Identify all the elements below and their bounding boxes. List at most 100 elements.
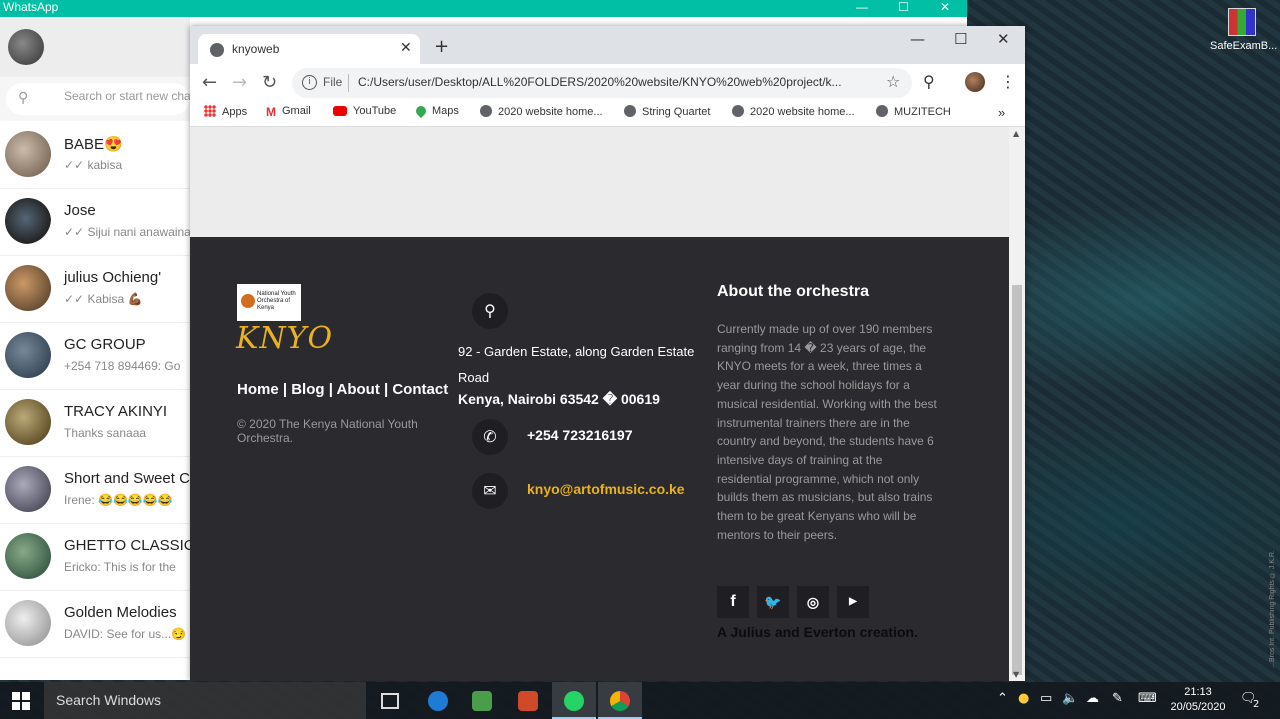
zoom-icon[interactable]: ⚲ [923,72,935,91]
minimize-icon[interactable]: — [910,30,925,48]
chat-last-message: ✓✓ Sijui nani anawaina [64,225,190,239]
notification-count: 2 [1253,699,1260,710]
minimize-icon[interactable]: — [856,0,868,14]
desktop-shortcut-safeexam[interactable]: SafeExamB... [1210,8,1277,52]
task-view-icon[interactable] [368,682,412,719]
bookmark-muzitech[interactable]: MUZITECH [876,105,951,118]
chevron-up-icon[interactable]: ⌃ [997,691,1008,706]
bookmark-youtube[interactable]: YouTube [333,105,396,117]
avatar [5,533,51,579]
windows-start-icon[interactable] [12,692,30,710]
bookmark-maps[interactable]: Maps [413,103,459,119]
bookmark-apps[interactable]: Apps [204,105,247,118]
address-divider [348,74,349,92]
whatsapp-profile-header [0,17,190,77]
chat-list-item[interactable]: Jose ✓✓ Sijui nani anawaina [0,188,190,256]
taskbar-search-box[interactable]: Search Windows [44,682,366,719]
about-heading: About the orchestra [717,283,870,300]
chat-last-message: +254 718 894469: Go [64,359,181,373]
clock-date: 20/05/2020 [1170,701,1226,713]
cloud-icon[interactable]: ☁ [1086,691,1099,706]
network-icon[interactable]: ▭ [1040,691,1052,706]
chat-name: julius Ochieng' [64,269,162,286]
globe-icon [624,105,636,117]
chat-list-item[interactable]: GC GROUP +254 718 894469: Go [0,322,190,390]
info-icon[interactable]: i [302,75,317,90]
address-url[interactable]: C:/Users/user/Desktop/ALL%20FOLDERS/2020… [358,75,842,89]
close-icon[interactable]: ✕ [400,40,412,56]
chat-list-item[interactable]: Short and Sweet C Irene: 😂😂😂😂😂 [0,456,190,524]
chat-list-item[interactable]: GHETTO CLASSICS Ericko: This is for the [0,523,190,591]
shield-icon[interactable]: ● [1018,691,1029,706]
avatar [5,399,51,445]
chat-name: Jose [64,202,96,219]
chat-name: Short and Sweet C [64,470,190,487]
chat-last-message: ✓✓ kabisa [64,158,123,172]
globe-icon [210,43,224,57]
chat-list-item[interactable]: Golden Melodies DAVID: See for us...😏 [0,590,190,658]
avatar[interactable] [8,29,44,65]
globe-icon [732,105,744,117]
bookmark-string-quartet[interactable]: String Quartet [624,105,710,118]
keyboard-icon[interactable]: ⌨ [1138,691,1157,706]
credit-text: A Julius and Everton creation. [717,624,918,640]
facebook-icon[interactable]: f [717,586,749,618]
youtube-icon [333,106,347,116]
globe-icon [480,105,492,117]
chrome-icon[interactable] [598,682,642,719]
chat-list-item[interactable]: julius Ochieng' ✓✓ Kabisa 💪🏾 [0,255,190,323]
powerpoint-icon[interactable] [506,682,550,719]
avatar [5,332,51,378]
edge-icon[interactable] [416,682,460,719]
close-icon[interactable]: ✕ [940,0,950,14]
maximize-icon[interactable]: ☐ [898,0,909,14]
address-bar[interactable]: i File C:/Users/user/Desktop/ALL%20FOLDE… [292,68,912,98]
twitter-icon[interactable]: 🐦 [757,586,789,618]
menu-icon[interactable]: ⋮ [1000,72,1016,91]
chat-name: GHETTO CLASSICS [64,537,190,554]
envelope-icon: ✉ [472,473,508,509]
email-link[interactable]: knyo@artofmusic.co.ke [527,481,685,497]
scroll-up-icon[interactable]: ▲ [1013,129,1019,138]
apps-icon [204,105,216,117]
violin-icon [241,294,255,308]
logo-wordmark: KNYO [236,321,334,356]
back-arrow-icon[interactable]: ← [202,72,217,93]
youtube-icon[interactable]: ▶ [837,586,869,618]
avatar [5,466,51,512]
about-paragraph: Currently made up of over 190 members ra… [717,322,937,542]
phone-icon: ✆ [472,419,508,455]
scroll-down-icon[interactable]: ▼ [1013,670,1019,679]
avatar[interactable] [965,72,985,92]
forward-arrow-icon[interactable]: → [232,72,247,93]
chat-name: GC GROUP [64,336,146,353]
volume-icon[interactable]: 🔈 [1062,691,1078,706]
bookmark-star-icon[interactable]: ☆ [886,72,900,91]
chat-name: TRACY AKINYI [64,403,168,420]
chat-list-item[interactable]: BABE😍 ✓✓ kabisa [0,121,190,189]
avatar [5,198,51,244]
reload-icon[interactable]: ↻ [262,72,277,93]
site-footer: National Youth Orchestra of Kenya KNYO H… [190,237,1009,681]
footer-nav-links[interactable]: Home | Blog | About | Contact [237,381,448,398]
site-logo[interactable]: National Youth Orchestra of Kenya [237,284,301,321]
vertical-scrollbar[interactable]: ▲ ▼ [1009,127,1025,681]
system-clock[interactable]: 21:13 20/05/2020 [1166,685,1230,715]
bookmark-website-home-1[interactable]: 2020 website home... [480,105,603,118]
pen-icon[interactable]: ✎ [1112,691,1123,706]
publisher-icon[interactable] [460,682,504,719]
bookmark-website-home-2[interactable]: 2020 website home... [732,105,855,118]
phone-number[interactable]: +254 723216197 [527,427,633,443]
chat-list-item[interactable]: TRACY AKINYI Thanks sanaaa [0,389,190,457]
scrollbar-thumb[interactable] [1012,285,1022,675]
maximize-icon[interactable]: ☐ [954,30,967,48]
bookmark-gmail[interactable]: M Gmail [266,105,311,119]
browser-window: knyoweb ✕ + — ☐ ✕ ← → ↻ i File C:/Users/… [190,26,1025,681]
close-icon[interactable]: ✕ [997,30,1010,48]
instagram-icon[interactable]: ◎ [797,586,829,618]
logo-subtitle: National Youth Orchestra of Kenya [257,291,296,311]
new-tab-button[interactable]: + [434,36,449,57]
chat-last-message: ✓✓ Kabisa 💪🏾 [64,292,143,306]
bookmarks-overflow-button[interactable]: » [998,105,1005,120]
whatsapp-taskbar-icon[interactable] [552,682,596,719]
